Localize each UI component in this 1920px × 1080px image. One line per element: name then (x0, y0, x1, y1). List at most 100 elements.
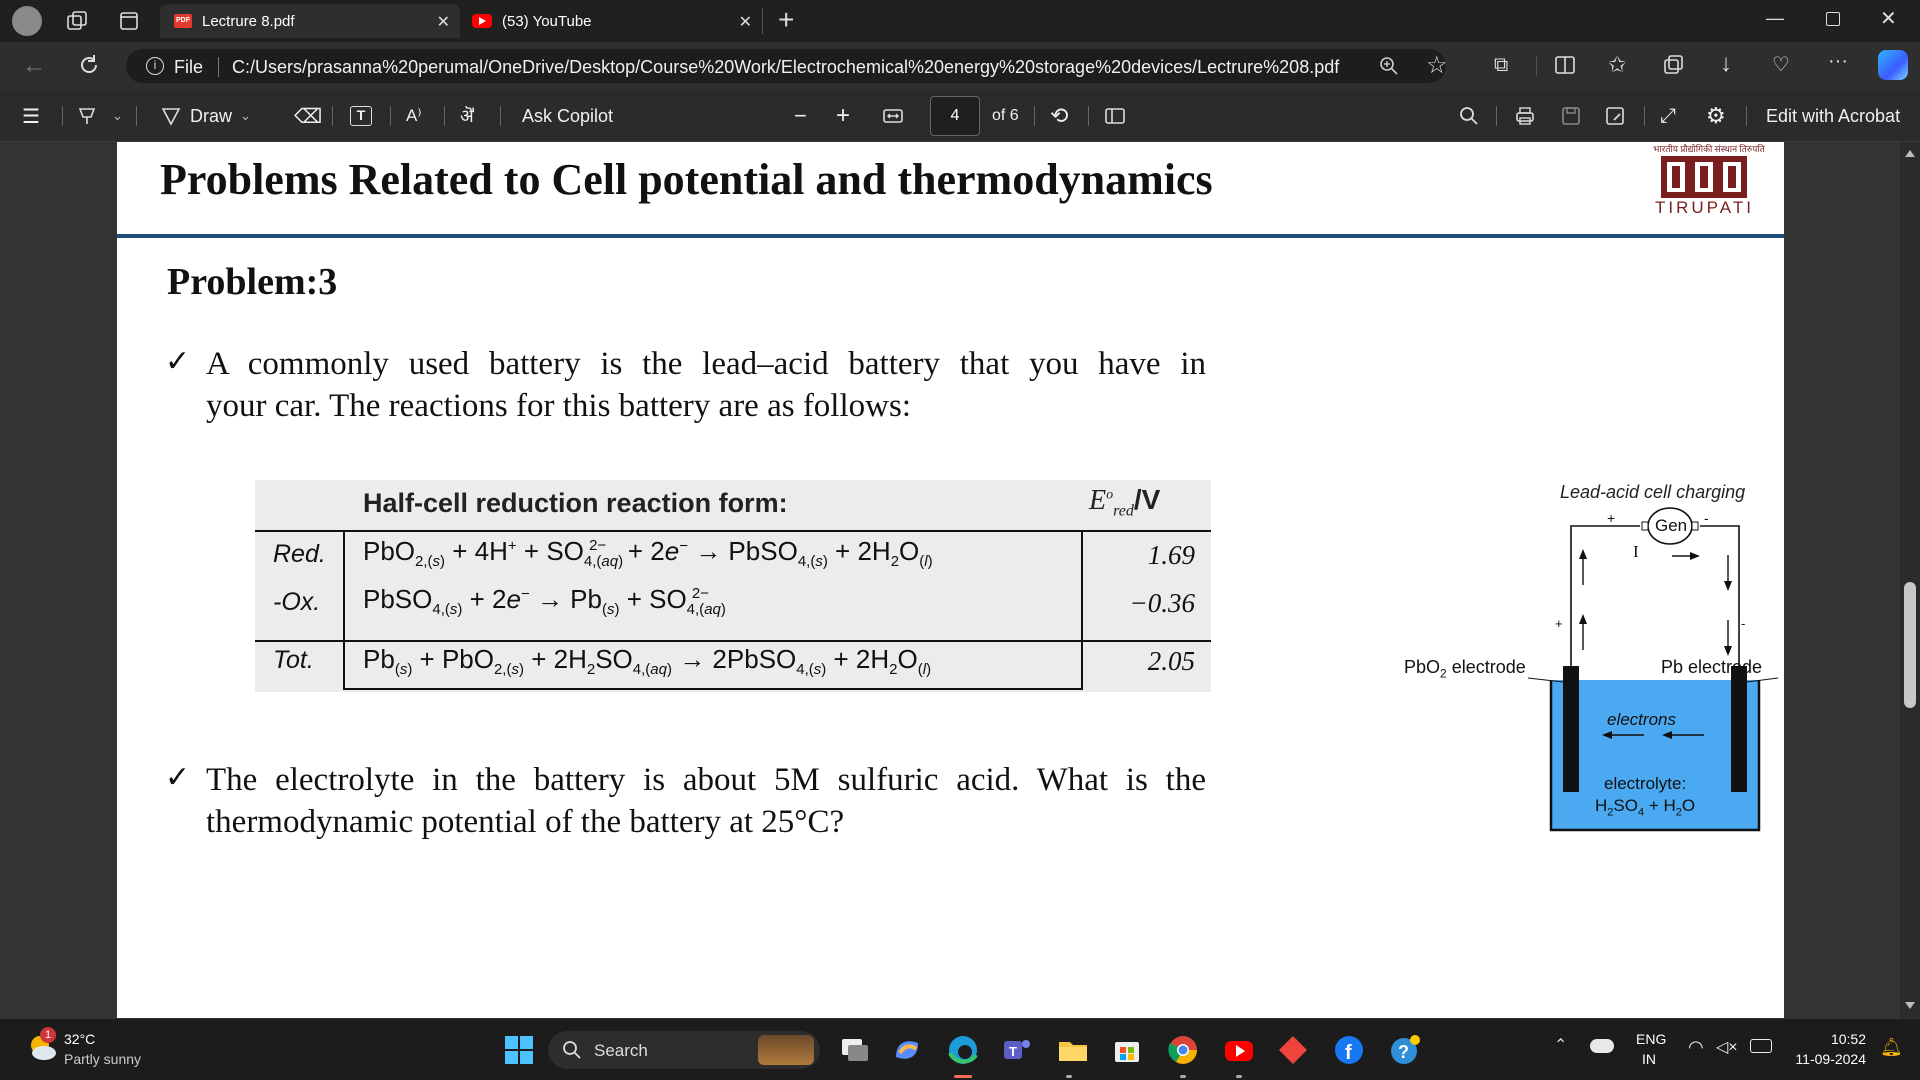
weather-badge: 1 (40, 1027, 56, 1043)
draw-icon (161, 108, 181, 126)
weather-icon[interactable]: 1 (26, 1027, 58, 1063)
language-region[interactable]: IN (1642, 1051, 1656, 1067)
save-as-icon[interactable] (1604, 90, 1626, 142)
table-unit: /V (1133, 484, 1161, 515)
workspaces-icon[interactable] (66, 10, 88, 32)
favorite-star-icon[interactable]: ☆ (1426, 51, 1448, 80)
equation-total: Pb(s) + PbO2,(s) + 2H2SO4,(aq) → 2PbSO4,… (363, 644, 932, 679)
row-label-ox: -Ox. (273, 588, 321, 616)
more-menu-icon[interactable]: ··· (1828, 50, 1848, 73)
page-number-input[interactable]: 4 (930, 96, 980, 136)
vertical-tabs-icon[interactable] (118, 10, 140, 32)
ask-copilot-button[interactable]: Ask Copilot (522, 90, 613, 142)
collections-icon[interactable] (1662, 54, 1684, 76)
full-screen-icon[interactable]: ⤢ (1660, 90, 1676, 142)
translate-icon[interactable]: ऄऺ (460, 90, 474, 142)
favorites-icon[interactable]: ✩ (1608, 52, 1626, 78)
copilot-icon[interactable] (1878, 50, 1908, 80)
youtube-taskbar-icon[interactable] (1222, 1033, 1256, 1067)
tab-youtube[interactable]: (53) YouTube ✕ (462, 4, 762, 38)
profile-avatar[interactable] (12, 6, 42, 36)
rotate-icon[interactable]: ⟲ (1050, 90, 1068, 142)
split-screen-icon[interactable] (1554, 54, 1576, 76)
language-code[interactable]: ENG (1636, 1031, 1666, 1047)
zoom-out-button[interactable]: − (794, 90, 807, 142)
clock-date[interactable]: 11-09-2024 (1788, 1051, 1866, 1067)
windows-start-icon[interactable] (502, 1033, 536, 1067)
settings-gear-icon[interactable]: ⚙ (1706, 90, 1726, 142)
taskbar: 1 32°C Partly sunny Search T f ? ⌃ ENG I… (0, 1018, 1920, 1080)
facebook-icon[interactable]: f (1332, 1033, 1366, 1067)
minimize-button[interactable]: — (1766, 8, 1784, 29)
extensions-icon[interactable]: ⧉ (1494, 54, 1508, 77)
pdf-icon: PDF (174, 14, 192, 28)
tab-lectrure-pdf[interactable]: PDF Lectrure 8.pdf ✕ (160, 4, 460, 38)
copilot-taskbar-icon[interactable] (890, 1033, 924, 1067)
task-view-icon[interactable] (838, 1033, 872, 1067)
new-tab-button[interactable]: + (778, 4, 794, 36)
zoom-in-button[interactable]: + (836, 90, 850, 142)
info-icon[interactable]: i (146, 57, 164, 75)
print-icon[interactable] (1514, 90, 1536, 142)
search-label: Search (594, 1041, 648, 1060)
navigation-bar: ← i File C:/Users/prasanna%20perumal/One… (0, 42, 1920, 90)
logo-mark (1661, 156, 1747, 198)
bullet-1-line-2: your car. The reactions for this battery… (206, 388, 911, 424)
restore-button[interactable] (1826, 12, 1840, 26)
battery-icon[interactable] (1750, 1039, 1772, 1053)
scheme-label: File (174, 57, 204, 77)
eraser-icon[interactable]: ⌫ (294, 90, 322, 142)
pdf-toolbar: ☰ ⌄ Draw ⌄ ⌫ T A⁾ ऄऺ Ask Copilot − + 4 o… (0, 90, 1920, 142)
downloads-icon[interactable]: ↓ (1720, 50, 1732, 78)
edge-icon[interactable] (946, 1033, 980, 1067)
file-explorer-icon[interactable] (1056, 1033, 1090, 1067)
equation-oxidation: PbSO4,(s) + 2e− → Pb(s) + SO4,(aq)2− (363, 584, 726, 619)
read-aloud-icon[interactable]: A⁾ (406, 90, 422, 142)
browser-essentials-icon[interactable]: ♡ (1772, 52, 1790, 77)
clock-time[interactable]: 10:52 (1830, 1031, 1866, 1047)
contents-icon[interactable]: ☰ (22, 90, 40, 142)
close-tab-icon[interactable]: ✕ (437, 12, 450, 32)
edit-with-acrobat-button[interactable]: Edit with Acrobat (1766, 90, 1900, 142)
gen-label: Gen (1655, 516, 1688, 535)
url-text[interactable]: C:/Users/prasanna%20perumal/OneDrive/Des… (232, 57, 1339, 78)
logo-name: TIRUPATI (1655, 198, 1754, 217)
draw-button[interactable]: Draw ⌄ (160, 90, 251, 142)
fit-page-icon[interactable] (882, 90, 904, 142)
row-label-red: Red. (273, 540, 326, 568)
chevron-up-icon[interactable]: ⌃ (1554, 1035, 1567, 1055)
refresh-button[interactable] (76, 52, 102, 78)
close-window-button[interactable]: ✕ (1880, 6, 1897, 31)
chrome-icon[interactable] (1166, 1033, 1200, 1067)
checkmark-icon: ✓ (165, 345, 191, 378)
zoom-icon[interactable] (1378, 55, 1400, 77)
text-box-icon[interactable]: T (350, 90, 372, 142)
wifi-icon[interactable]: ◠ (1688, 1037, 1704, 1058)
notification-bell-icon[interactable]: 🔔︎ (1880, 1037, 1903, 1058)
anydesk-icon[interactable] (1276, 1033, 1310, 1067)
back-button[interactable]: ← (22, 52, 46, 80)
help-icon[interactable]: ? (1388, 1033, 1422, 1067)
chevron-down-icon[interactable]: ⌄ (112, 90, 123, 142)
microsoft-store-icon[interactable] (1110, 1033, 1144, 1067)
address-bar[interactable]: i File C:/Users/prasanna%20perumal/OneDr… (126, 49, 1448, 83)
scrollbar[interactable] (1900, 142, 1920, 1018)
onedrive-icon[interactable] (1590, 1039, 1614, 1053)
bullet-1-line-1: A commonly used battery is the lead–acid… (206, 346, 1206, 382)
volume-muted-icon[interactable]: ◁× (1716, 1037, 1738, 1057)
scrollbar-thumb[interactable] (1904, 582, 1916, 708)
highlight-icon[interactable] (76, 90, 98, 142)
search-icon[interactable] (1458, 90, 1480, 142)
svg-text:f: f (1345, 1042, 1352, 1064)
plus-sign: + (1607, 510, 1616, 526)
close-tab-icon[interactable]: ✕ (739, 12, 752, 32)
weather-temp[interactable]: 32°C (64, 1031, 95, 1047)
weather-desc[interactable]: Partly sunny (64, 1051, 141, 1067)
save-icon[interactable] (1560, 90, 1582, 142)
taskbar-search-box[interactable]: Search (548, 1031, 820, 1069)
page-view-icon[interactable] (1104, 90, 1126, 142)
scroll-down-icon[interactable] (1905, 1002, 1915, 1009)
reaction-table: Half-cell reduction reaction form: Eored… (255, 480, 1211, 692)
teams-icon[interactable]: T (1000, 1033, 1034, 1067)
scroll-up-icon[interactable] (1905, 150, 1915, 157)
